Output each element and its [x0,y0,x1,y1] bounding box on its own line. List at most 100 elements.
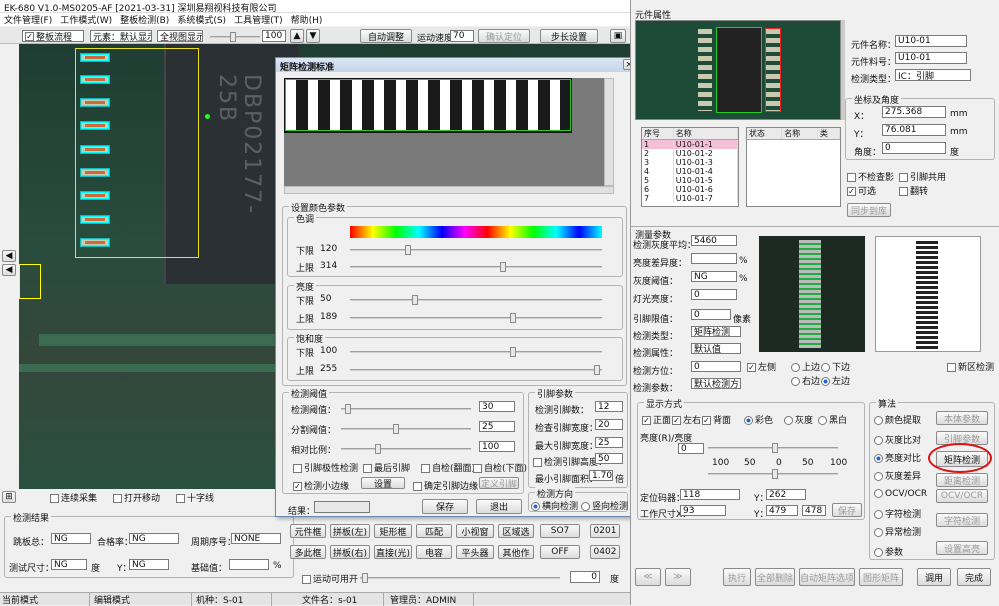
detect-threshold-input[interactable]: 30 [479,401,515,412]
toolbar-icon-button[interactable]: ▣ [610,29,626,43]
check-flip[interactable]: 翻转 [899,184,928,197]
sat-lower-slider[interactable] [350,347,602,357]
hue-upper-slider[interactable] [350,262,602,272]
split-threshold-slider[interactable] [341,424,471,434]
sat-upper-slider[interactable] [350,365,602,375]
mid-btn-4[interactable]: 匹配 [416,524,452,538]
menu-system[interactable]: 系统模式(S) [177,13,226,26]
body-params-button[interactable]: 本体参数 [936,411,988,425]
motion-value[interactable]: 0 [570,571,600,583]
pos-check-left[interactable]: ✓ 左侧 [747,360,776,373]
crosshair-check[interactable]: 十字线 [176,491,214,504]
view-select[interactable]: 元素：默认显示 [90,30,152,42]
area-input[interactable]: 0 [678,443,704,454]
distance-detect-button[interactable]: 距离检测 [936,473,988,487]
mid-btn-9[interactable]: 多此框 [290,545,326,559]
program-select[interactable]: ✓ 整板流程 [22,30,84,42]
mid-btn-5[interactable]: 小视窗 [456,524,494,538]
ocv-ocr-button[interactable]: OCV/OCR [936,489,988,503]
sync-library-button[interactable]: 同步到库 [847,203,891,217]
define-pin-button[interactable]: 定义引脚 [479,477,519,489]
mid-btn-6[interactable]: 区域选 [498,524,534,538]
ratio-input[interactable]: 100 [479,441,515,452]
graphic-matrix-button[interactable]: 图形矩阵 [859,568,903,586]
auto-adjust-button[interactable]: 自动调整 [360,29,412,43]
angle-input[interactable]: 0 [882,142,946,154]
left-arrow-button-2[interactable]: ◀ [2,264,16,276]
coord-x-input[interactable]: 275.368 [882,106,946,118]
min-pin-area-input[interactable]: 1.70 [589,470,613,481]
zoom-slider[interactable] [210,32,260,42]
pin-height-input[interactable]: 50 [595,453,623,464]
pin-width-input[interactable]: 20 [595,419,623,430]
mode-select[interactable]: 全视图显示 [157,30,203,42]
mid-btn-13[interactable]: 平头器 [456,545,494,559]
down-arrow-button[interactable]: ▼ [306,29,320,43]
check-optional[interactable]: ✓ 可选 [847,184,876,197]
menu-work-mode[interactable]: 工作模式(W) [60,13,112,26]
char-detect-button[interactable]: 字符检测 [936,513,988,527]
component-name-input[interactable]: U10-01 [895,35,967,47]
display-slider[interactable] [708,443,838,453]
mid-btn-11[interactable]: 直接(光) [374,545,412,559]
pos-radio-top[interactable]: 上边 [791,360,820,373]
pos-radio-left[interactable]: 左边 [821,374,850,387]
hue-lower-slider[interactable] [350,245,602,255]
mid-btn-8[interactable]: 0201 [590,524,620,538]
delete-all-button[interactable]: 全部删除 [755,568,795,586]
mid-btn-7[interactable]: SO7 [540,524,580,538]
bright-lower-slider[interactable] [350,295,602,305]
check-pin-polarity[interactable]: 引脚极性检测 [293,461,358,474]
check-self-down[interactable]: 自检(下面) [473,461,527,474]
new-area-check[interactable]: 新区检测 [947,360,994,373]
ratio-slider[interactable] [341,444,471,454]
check-no-shadow[interactable]: 不检查影 [847,170,894,183]
pin-count-input[interactable]: 12 [595,401,623,412]
dir-horizontal-radio[interactable]: 横向检测 [531,499,578,512]
bright-upper-slider[interactable] [350,313,602,323]
up-arrow-button[interactable]: ▲ [290,29,304,43]
pin-list-table[interactable]: 序号 名称 1 U10-01-1 2 U10-01-2 3 U10-01-3 4 U10-… [641,127,739,207]
menu-tools[interactable]: 工具管理(T) [234,13,283,26]
check-self-flip[interactable]: 自检(翻面) [421,461,475,474]
pos-radio-right[interactable]: 右边 [791,374,820,387]
mid-btn-1[interactable]: 元件框 [290,524,326,538]
continuous-capture-check[interactable]: 连续采集 [50,491,97,504]
locate-button[interactable]: 确认定位 [478,29,530,43]
speed-input[interactable]: 70 [450,30,474,42]
display-save-button[interactable]: 保存 [832,503,862,517]
next-button[interactable]: ≫ [665,568,691,586]
call-button[interactable]: 调用 [917,568,951,586]
mid-btn-3[interactable]: 矩形框 [374,524,412,538]
check-small-edge[interactable]: ✓ 检测小边缘 [293,479,349,492]
max-pin-width-input[interactable]: 25 [595,437,623,448]
corner-icon-button[interactable]: ⊞ [2,491,16,503]
coord-y-input[interactable]: 76.081 [882,124,946,136]
check-last-pin[interactable]: 最后引脚 [363,461,410,474]
pos-radio-bottom[interactable]: 下边 [821,360,850,373]
set-highlight-button[interactable]: 设置高亮 [936,541,988,555]
dialog-save-button[interactable]: 保存 [422,499,468,514]
left-arrow-button-1[interactable]: ◀ [2,250,16,262]
check-pin-share[interactable]: 引脚共用 [899,170,946,183]
dir-vertical-radio[interactable]: 竖向检测 [581,499,628,512]
split-threshold-input[interactable]: 25 [479,421,515,432]
part-number-input[interactable]: U10-01 [895,52,967,64]
step-button[interactable]: 步长设置 [540,29,598,43]
motion-slider[interactable] [360,573,560,583]
mid-btn-10[interactable]: 拼板(右) [330,545,370,559]
dialog-exit-button[interactable]: 退出 [476,499,522,514]
mid-btn-12[interactable]: 电容 [416,545,452,559]
detect-type-select[interactable]: IC：引脚 [895,69,971,81]
dialog-set-button[interactable]: 设置 [361,477,405,489]
motion-enable-check[interactable]: 运动可用开 [302,572,358,585]
finish-button[interactable]: 完成 [957,568,991,586]
check-pin-edge[interactable]: 确定引脚边缘 [413,479,478,492]
mid-btn-2[interactable]: 拼板(左) [330,524,370,538]
auto-matrix-button[interactable]: 自动矩阵选项 [799,568,855,586]
mid-btn-16[interactable]: 0402 [590,545,620,559]
mid-btn-14[interactable]: 其他作 [498,545,534,559]
status-list-table[interactable]: 状态 名称类 [746,127,841,207]
menu-board-check[interactable]: 整板检测(B) [120,13,169,26]
prev-button[interactable]: ≪ [635,568,661,586]
